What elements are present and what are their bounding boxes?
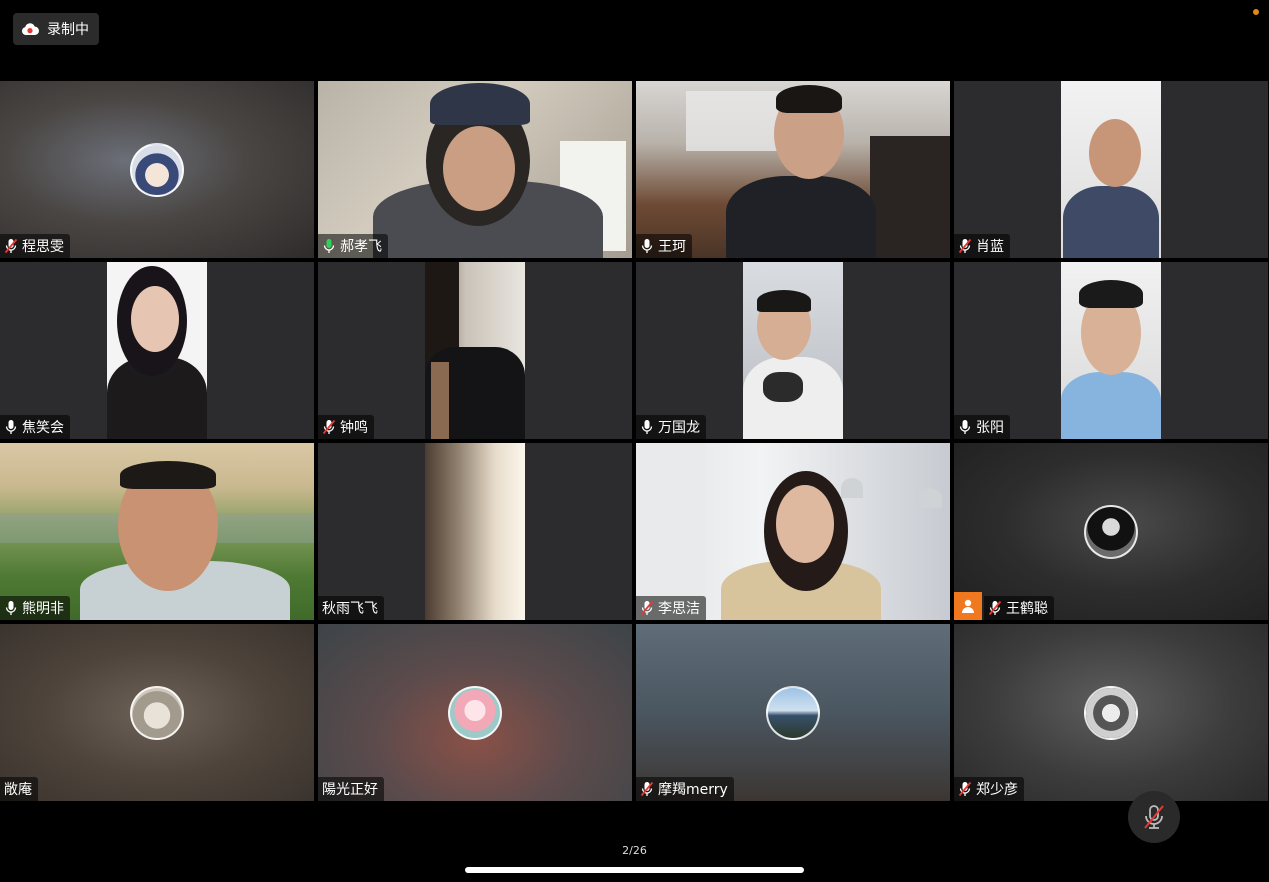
participant-label: 摩羯merry — [636, 777, 734, 801]
video-feed — [107, 262, 207, 439]
mic-muted-icon — [640, 600, 654, 616]
participant-name: 钟鸣 — [340, 420, 368, 436]
mic-muted-icon — [958, 781, 972, 797]
participant-label: 郑少彦 — [954, 777, 1024, 801]
video-grid: 程思雯 郝孝飞 王珂 肖蓝 焦笑会 钟鸣 万国龙 张阳 熊明非 秋雨飞飞 李思洁… — [0, 81, 1269, 801]
avatar — [448, 685, 502, 740]
participant-label: 王珂 — [636, 234, 692, 258]
video-feed — [636, 81, 950, 258]
recording-badge[interactable]: 录制中 — [13, 13, 99, 45]
participant-name: 程思雯 — [22, 239, 64, 255]
mic-muted-icon — [322, 419, 336, 435]
participant-name: 焦笑会 — [22, 420, 64, 436]
participant-label: 万国龙 — [636, 415, 706, 439]
mic-speaking-icon — [323, 239, 335, 253]
participant-tile[interactable]: 张阳 — [954, 262, 1268, 439]
participant-name: 敞庵 — [4, 782, 32, 798]
participant-tile[interactable]: 陽光正好 — [318, 624, 632, 801]
avatar — [1084, 504, 1138, 559]
participant-name: 王鹤聪 — [1006, 601, 1048, 617]
avatar — [130, 142, 184, 197]
avatar — [130, 685, 184, 740]
participant-tile[interactable]: 王鹤聪 — [954, 443, 1268, 620]
mic-icon — [5, 601, 17, 615]
video-feed — [0, 443, 314, 620]
participant-tile-active-speaker[interactable]: 郝孝飞 — [318, 81, 632, 258]
host-icon — [954, 592, 982, 620]
participant-label: 张阳 — [954, 415, 1010, 439]
participant-label: 秋雨飞飞 — [318, 596, 384, 620]
participant-name: 肖蓝 — [976, 239, 1004, 255]
participant-name: 王珂 — [658, 239, 686, 255]
participant-label: 程思雯 — [0, 234, 70, 258]
video-feed — [636, 443, 950, 620]
mic-icon — [641, 239, 653, 253]
mic-icon — [5, 420, 17, 434]
mic-muted-icon — [988, 600, 1002, 616]
participant-name: 陽光正好 — [322, 782, 378, 798]
participant-label: 熊明非 — [0, 596, 70, 620]
participant-tile[interactable]: 秋雨飞飞 — [318, 443, 632, 620]
participant-label: 郝孝飞 — [318, 234, 388, 258]
participant-tile[interactable]: 敞庵 — [0, 624, 314, 801]
video-feed — [1061, 262, 1161, 439]
avatar — [766, 685, 820, 740]
mic-muted-icon — [4, 238, 18, 254]
mic-icon — [641, 420, 653, 434]
recording-label: 录制中 — [47, 22, 89, 38]
participant-name: 郑少彦 — [976, 782, 1018, 798]
participant-name: 李思洁 — [658, 601, 700, 617]
mic-muted-icon — [958, 238, 972, 254]
participant-name: 张阳 — [976, 420, 1004, 436]
participant-name: 郝孝飞 — [340, 239, 382, 255]
participant-label: 肖蓝 — [954, 234, 1010, 258]
participant-label: 敞庵 — [0, 777, 38, 801]
participant-tile[interactable]: 李思洁 — [636, 443, 950, 620]
participant-label: 陽光正好 — [318, 777, 384, 801]
participant-label: 钟鸣 — [318, 415, 374, 439]
avatar — [1084, 685, 1138, 740]
mute-toggle-button[interactable] — [1128, 791, 1180, 843]
participant-label: 王鹤聪 — [984, 596, 1054, 620]
video-feed — [318, 81, 632, 258]
participant-name: 摩羯merry — [658, 782, 728, 798]
participant-name: 熊明非 — [22, 601, 64, 617]
participant-name: 秋雨飞飞 — [322, 601, 378, 617]
mic-off-icon — [1144, 805, 1164, 829]
participant-tile[interactable]: 焦笑会 — [0, 262, 314, 439]
video-feed — [1061, 81, 1161, 258]
cloud-record-icon — [21, 23, 39, 35]
participant-tile[interactable]: 摩羯merry — [636, 624, 950, 801]
mic-icon — [959, 420, 971, 434]
participant-label: 焦笑会 — [0, 415, 70, 439]
participant-tile[interactable]: 熊明非 — [0, 443, 314, 620]
status-indicator-dot — [1253, 9, 1259, 15]
participant-tile[interactable]: 肖蓝 — [954, 81, 1268, 258]
participant-tile[interactable]: 程思雯 — [0, 81, 314, 258]
video-feed — [743, 262, 843, 439]
video-feed — [425, 443, 525, 620]
home-indicator-bar[interactable] — [465, 867, 804, 873]
participant-tile[interactable]: 王珂 — [636, 81, 950, 258]
participant-tile[interactable]: 郑少彦 — [954, 624, 1268, 801]
participant-tile[interactable]: 钟鸣 — [318, 262, 632, 439]
participant-name: 万国龙 — [658, 420, 700, 436]
participant-label: 李思洁 — [636, 596, 706, 620]
page-indicator: 2/26 — [622, 844, 647, 857]
video-feed — [425, 262, 525, 439]
mic-muted-icon — [640, 781, 654, 797]
participant-tile[interactable]: 万国龙 — [636, 262, 950, 439]
